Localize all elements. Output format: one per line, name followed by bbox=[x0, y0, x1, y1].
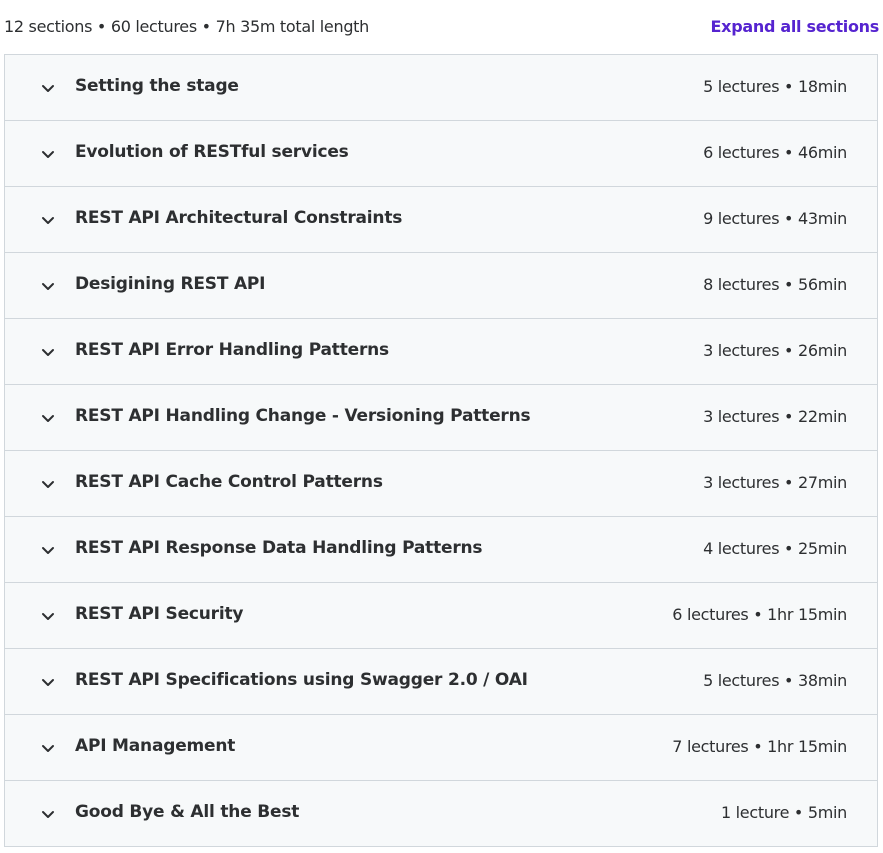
section-lecture-count: 3 lectures • 27min bbox=[703, 473, 847, 492]
section-lecture-count: 4 lectures • 25min bbox=[703, 539, 847, 558]
section-lecture-count: 1 lecture • 5min bbox=[721, 803, 847, 822]
section-lecture-count: 6 lectures • 46min bbox=[703, 143, 847, 162]
section-lecture-count: 3 lectures • 26min bbox=[703, 341, 847, 360]
curriculum-summary-bar: 12 sections • 60 lectures • 7h 35m total… bbox=[0, 0, 883, 54]
section-lecture-count: 8 lectures • 56min bbox=[703, 275, 847, 294]
section-row-2[interactable]: Evolution of RESTful services 6 lectures… bbox=[5, 121, 877, 187]
section-title: Good Bye & All the Best bbox=[75, 802, 300, 822]
section-lecture-count: 9 lectures • 43min bbox=[703, 209, 847, 228]
curriculum-summary: 12 sections • 60 lectures • 7h 35m total… bbox=[4, 17, 369, 36]
chevron-down-icon bbox=[40, 410, 56, 426]
section-lecture-count: 6 lectures • 1hr 15min bbox=[672, 605, 847, 624]
chevron-down-icon bbox=[40, 344, 56, 360]
section-title: REST API Cache Control Patterns bbox=[75, 472, 383, 492]
chevron-down-icon bbox=[40, 212, 56, 228]
course-content: 12 sections • 60 lectures • 7h 35m total… bbox=[0, 0, 883, 853]
section-row-9[interactable]: REST API Security 6 lectures • 1hr 15min bbox=[5, 583, 877, 649]
section-row-3[interactable]: REST API Architectural Constraints 9 lec… bbox=[5, 187, 877, 253]
section-title: REST API Error Handling Patterns bbox=[75, 340, 389, 360]
section-row-10[interactable]: REST API Specifications using Swagger 2.… bbox=[5, 649, 877, 715]
section-title: Evolution of RESTful services bbox=[75, 142, 349, 162]
section-row-5[interactable]: REST API Error Handling Patterns 3 lectu… bbox=[5, 319, 877, 385]
section-lecture-count: 5 lectures • 18min bbox=[703, 77, 847, 96]
chevron-down-icon bbox=[40, 80, 56, 96]
section-row-12[interactable]: Good Bye & All the Best 1 lecture • 5min bbox=[5, 781, 877, 847]
expand-all-sections-button[interactable]: Expand all sections bbox=[711, 17, 880, 36]
section-title: Desigining REST API bbox=[75, 274, 266, 294]
section-title: REST API Handling Change - Versioning Pa… bbox=[75, 406, 531, 426]
section-row-1[interactable]: Setting the stage 5 lectures • 18min bbox=[5, 55, 877, 121]
section-title: Setting the stage bbox=[75, 76, 239, 96]
section-title: REST API Specifications using Swagger 2.… bbox=[75, 670, 528, 690]
section-title: REST API Architectural Constraints bbox=[75, 208, 403, 228]
chevron-down-icon bbox=[40, 476, 56, 492]
chevron-down-icon bbox=[40, 608, 56, 624]
section-title: REST API Security bbox=[75, 604, 244, 624]
chevron-down-icon bbox=[40, 740, 56, 756]
section-lecture-count: 3 lectures • 22min bbox=[703, 407, 847, 426]
chevron-down-icon bbox=[40, 806, 56, 822]
chevron-down-icon bbox=[40, 146, 56, 162]
section-title: REST API Response Data Handling Patterns bbox=[75, 538, 483, 558]
chevron-down-icon bbox=[40, 674, 56, 690]
section-lecture-count: 7 lectures • 1hr 15min bbox=[672, 737, 847, 756]
section-list: Setting the stage 5 lectures • 18min Evo… bbox=[4, 54, 878, 847]
section-row-7[interactable]: REST API Cache Control Patterns 3 lectur… bbox=[5, 451, 877, 517]
section-row-11[interactable]: API Management 7 lectures • 1hr 15min bbox=[5, 715, 877, 781]
chevron-down-icon bbox=[40, 542, 56, 558]
section-row-4[interactable]: Desigining REST API 8 lectures • 56min bbox=[5, 253, 877, 319]
section-title: API Management bbox=[75, 736, 236, 756]
section-row-6[interactable]: REST API Handling Change - Versioning Pa… bbox=[5, 385, 877, 451]
section-row-8[interactable]: REST API Response Data Handling Patterns… bbox=[5, 517, 877, 583]
section-lecture-count: 5 lectures • 38min bbox=[703, 671, 847, 690]
chevron-down-icon bbox=[40, 278, 56, 294]
